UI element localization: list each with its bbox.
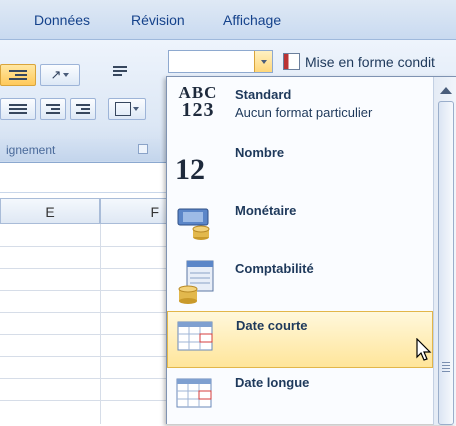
scrollbar-thumb[interactable]	[438, 101, 454, 425]
format-item-date-longue[interactable]: Date longue	[167, 369, 433, 426]
format-item-date-courte[interactable]: Date courte	[167, 311, 433, 368]
accounting-icon	[175, 259, 225, 307]
grid-row-line	[0, 268, 170, 269]
align-right-icon	[9, 70, 27, 80]
grid-row-line	[0, 290, 170, 291]
format-item-title: Standard	[235, 87, 292, 102]
chevron-down-icon	[133, 107, 139, 111]
format-item-monetaire[interactable]: Monétaire	[167, 197, 433, 254]
justify-icon	[9, 104, 27, 114]
conditional-format-icon	[283, 53, 300, 70]
format-item-title: Date courte	[236, 318, 308, 333]
conditional-format-button[interactable]: Mise en forme condit	[283, 50, 435, 73]
format-item-standard[interactable]: ABC 123 Standard Aucun format particulie…	[167, 81, 433, 138]
chevron-down-icon	[63, 73, 70, 77]
column-header-f[interactable]: F	[100, 198, 170, 224]
tab-revision[interactable]: Révision	[131, 12, 185, 28]
text-orientation-button[interactable]: ↗	[40, 64, 80, 86]
column-header-e[interactable]: E	[0, 198, 100, 224]
format-item-title: Nombre	[235, 145, 285, 160]
abc-123-icon: ABC 123	[178, 83, 218, 122]
format-item-title: Comptabilité	[235, 261, 314, 276]
dialog-launcher-icon[interactable]	[138, 144, 148, 154]
chevron-down-icon	[260, 59, 267, 64]
format-item-title: Monétaire	[235, 203, 297, 218]
format-item-title: Date longue	[235, 375, 310, 390]
wrap-text-button[interactable]	[108, 60, 132, 82]
grid-row-line	[0, 246, 170, 247]
format-item-comptabilite[interactable]: Comptabilité	[167, 255, 433, 312]
grid-divider	[100, 224, 101, 424]
scroll-up-arrow-icon[interactable]	[440, 87, 452, 94]
group-label-alignment: ignement	[0, 139, 160, 161]
grid-row-line	[0, 378, 170, 379]
grip-icon	[442, 362, 450, 372]
merge-center-button[interactable]	[108, 98, 146, 120]
increase-indent-button[interactable]	[70, 98, 96, 120]
grid-row-line	[0, 356, 170, 357]
number-format-combobox[interactable]	[168, 50, 273, 73]
tab-affichage[interactable]: Affichage	[223, 12, 281, 28]
format-item-subtitle: Aucun format particulier	[235, 105, 373, 120]
number-format-dropdown-button[interactable]	[254, 51, 272, 72]
number-12-icon: 12	[175, 153, 205, 186]
align-right-button[interactable]	[0, 64, 36, 86]
conditional-format-label: Mise en forme condit	[305, 53, 435, 70]
grid-row-line	[0, 334, 170, 335]
number-format-dropdown: ABC 123 Standard Aucun format particulie…	[166, 76, 456, 426]
currency-icon	[175, 201, 225, 249]
orientation-icon: ↗	[50, 67, 62, 82]
calendar-icon	[176, 316, 226, 364]
justify-button[interactable]	[0, 98, 36, 120]
decrease-indent-icon	[46, 104, 60, 114]
decrease-indent-button[interactable]	[40, 98, 66, 120]
mouse-cursor-icon	[416, 337, 432, 367]
grid-row-line	[0, 312, 170, 313]
ribbon-tab-bar: Données Révision Affichage	[0, 0, 456, 40]
wrap-text-icon	[113, 66, 127, 76]
tab-donnees[interactable]: Données	[34, 12, 90, 28]
increase-indent-icon	[76, 104, 90, 114]
grid-row-line	[0, 400, 170, 401]
format-item-nombre[interactable]: 12 Nombre	[167, 139, 433, 196]
dropdown-scrollbar[interactable]	[433, 77, 456, 425]
calendar-icon	[175, 373, 225, 421]
merge-icon	[115, 102, 131, 116]
